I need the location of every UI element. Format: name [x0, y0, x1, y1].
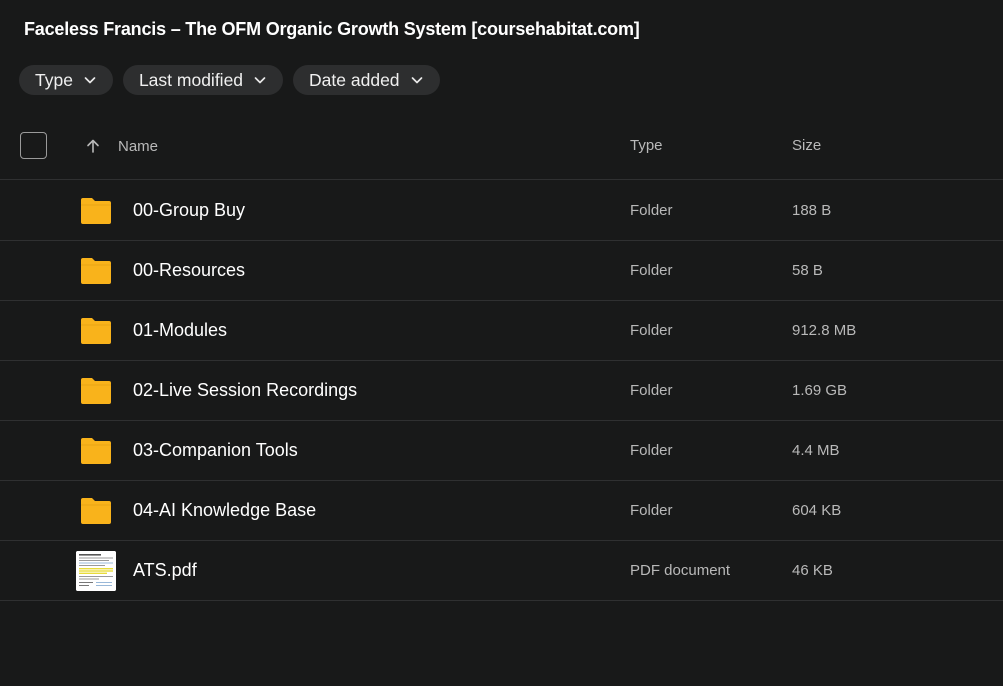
page-title: Faceless Francis – The OFM Organic Growt… — [24, 19, 640, 39]
file-browser: Faceless Francis – The OFM Organic Growt… — [0, 0, 1003, 686]
file-row[interactable]: 04-AI Knowledge Base Folder 604 KB — [0, 481, 1003, 541]
file-size: 604 KB — [792, 502, 842, 519]
file-size: 58 B — [792, 262, 823, 279]
chevron-down-icon — [254, 77, 266, 84]
column-header-size: Size — [792, 137, 822, 154]
pdf-thumbnail — [76, 551, 116, 591]
file-name: 02-Live Session Recordings — [133, 380, 358, 400]
file-type: Folder — [630, 262, 673, 279]
file-type: Folder — [630, 442, 673, 459]
folder-icon — [81, 498, 111, 524]
file-size: 4.4 MB — [792, 442, 840, 459]
chevron-down-icon — [411, 77, 422, 84]
file-name: ATS.pdf — [133, 560, 197, 580]
filter-label: Type — [35, 69, 73, 90]
file-size: 1.69 GB — [792, 382, 848, 399]
file-size: 188 B — [792, 202, 832, 219]
file-size: 912.8 MB — [792, 322, 857, 339]
select-all-checkbox[interactable] — [20, 132, 47, 159]
column-header-type: Type — [630, 137, 663, 154]
file-type: Folder — [630, 322, 673, 339]
column-header-name[interactable]: Name — [118, 138, 158, 155]
file-type: Folder — [630, 202, 673, 219]
file-name: 00-Group Buy — [133, 200, 246, 220]
file-size: 46 KB — [792, 562, 833, 579]
file-row[interactable]: ATS.pdf PDF document 46 KB — [0, 541, 1003, 601]
folder-icon — [81, 258, 111, 284]
file-type: Folder — [630, 502, 673, 519]
file-name: 01-Modules — [133, 320, 228, 340]
file-type: Folder — [630, 382, 673, 399]
filter-date-added-button[interactable]: Date added — [293, 65, 440, 95]
folder-icon — [81, 378, 111, 404]
file-row[interactable]: 02-Live Session Recordings Folder 1.69 G… — [0, 361, 1003, 421]
file-row[interactable]: 03-Companion Tools Folder 4.4 MB — [0, 421, 1003, 481]
filter-label: Last modified — [138, 69, 244, 90]
filter-type-button[interactable]: Type — [19, 65, 113, 95]
folder-icon — [81, 438, 111, 464]
file-row[interactable]: 00-Resources Folder 58 B — [0, 241, 1003, 301]
table-header: Name Type Size — [0, 116, 1003, 180]
file-type: PDF document — [630, 562, 731, 579]
file-row[interactable]: 00-Group Buy Folder 188 B — [0, 181, 1003, 241]
folder-icon — [81, 198, 111, 224]
filter-label: Date added — [309, 69, 400, 90]
filter-bar: Type Last modified Date added — [19, 65, 440, 95]
file-list: 00-Group Buy Folder 188 B 00-Resources F… — [0, 181, 1003, 601]
file-name: 04-AI Knowledge Base — [133, 500, 317, 520]
chevron-down-icon — [84, 77, 96, 84]
filter-last-modified-button[interactable]: Last modified — [122, 65, 284, 95]
file-row[interactable]: 01-Modules Folder 912.8 MB — [0, 301, 1003, 361]
arrow-up-icon[interactable] — [84, 137, 102, 155]
file-name: 03-Companion Tools — [133, 440, 298, 460]
folder-icon — [81, 318, 111, 344]
file-name: 00-Resources — [133, 260, 246, 280]
